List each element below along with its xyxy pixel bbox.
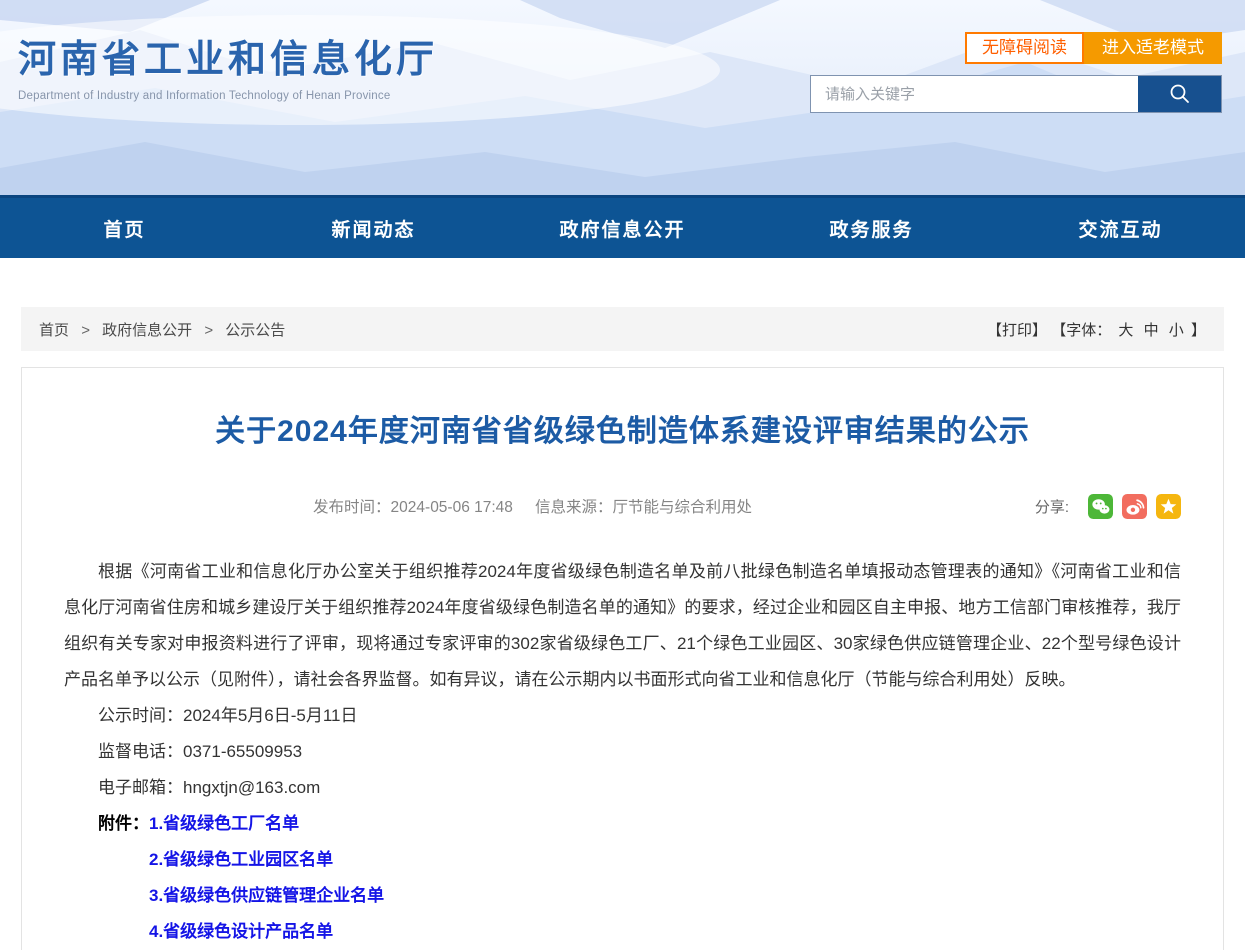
breadcrumb-separator: > xyxy=(81,322,90,339)
favorite-star-share-icon[interactable] xyxy=(1156,494,1181,519)
source-value: 厅节能与综合利用处 xyxy=(612,499,752,516)
phone-label: 监督电话： xyxy=(98,742,183,761)
attachment-link-green-parks[interactable]: 2.省级绿色工业园区名单 xyxy=(149,850,333,869)
attachments-line: 3.省级绿色供应链管理企业名单 xyxy=(64,878,1181,914)
notice-period-label: 公示时间： xyxy=(98,706,183,725)
breadcrumb: 首页 > 政府信息公开 > 公示公告 xyxy=(39,319,285,340)
publish-time-label: 发布时间： xyxy=(313,499,391,516)
accessibility-reading-button[interactable]: 无障碍阅读 xyxy=(965,32,1084,64)
source-label: 信息来源： xyxy=(535,499,613,516)
attachments-label: 附件： xyxy=(98,814,149,833)
page-tools: 【打印】 【字体： 大 中 小 】 xyxy=(987,319,1206,340)
site-title-english: Department of Industry and Information T… xyxy=(18,90,438,102)
search-icon xyxy=(1168,82,1192,106)
breadcrumb-separator: > xyxy=(204,322,213,339)
font-size-label: 【字体： xyxy=(1051,322,1111,339)
elder-mode-button[interactable]: 进入适老模式 xyxy=(1084,32,1222,64)
search-button[interactable] xyxy=(1138,76,1221,112)
article-card: 关于2024年度河南省省级绿色制造体系建设评审结果的公示 发布时间：2024-0… xyxy=(21,367,1224,950)
nav-item-news[interactable]: 新闻动态 xyxy=(249,198,498,258)
attachments-line: 4.省级绿色设计产品名单 xyxy=(64,914,1181,950)
font-size-large[interactable]: 大 xyxy=(1118,322,1133,339)
attachment-link-green-factories[interactable]: 1.省级绿色工厂名单 xyxy=(149,814,299,833)
nav-item-home[interactable]: 首页 xyxy=(0,198,249,258)
wechat-share-icon[interactable] xyxy=(1088,494,1113,519)
email-value: hngxtjn@163.com xyxy=(183,778,320,797)
phone-value: 0371-65509953 xyxy=(183,742,302,761)
main-navigation: 首页 新闻动态 政府信息公开 政务服务 交流互动 xyxy=(0,195,1245,258)
nav-item-gov-info[interactable]: 政府信息公开 xyxy=(498,198,747,258)
notice-period-line: 公示时间：2024年5月6日-5月11日 xyxy=(64,698,1181,734)
font-size-small[interactable]: 小 xyxy=(1169,322,1184,339)
article-meta: 发布时间：2024-05-06 17:48 信息来源：厅节能与综合利用处 xyxy=(64,494,1001,522)
nav-item-services[interactable]: 政务服务 xyxy=(747,198,996,258)
breadcrumb-bar: 首页 > 政府信息公开 > 公示公告 【打印】 【字体： 大 中 小 】 xyxy=(21,307,1224,351)
email-label: 电子邮箱： xyxy=(98,778,183,797)
search-input[interactable] xyxy=(811,76,1138,112)
attachments-line: 2.省级绿色工业园区名单 xyxy=(64,842,1181,878)
site-logo[interactable]: 河南省工业和信息化厅 Department of Industry and In… xyxy=(18,28,438,102)
header-actions: 无障碍阅读 进入适老模式 xyxy=(965,32,1222,64)
article-body: 根据《河南省工业和信息化厅办公室关于组织推荐2024年度省级绿色制造名单及前八批… xyxy=(64,554,1181,950)
nav-item-interaction[interactable]: 交流互动 xyxy=(996,198,1245,258)
article-title: 关于2024年度河南省省级绿色制造体系建设评审结果的公示 xyxy=(64,406,1181,450)
breadcrumb-gov-info[interactable]: 政府信息公开 xyxy=(102,322,192,339)
search-bar xyxy=(810,75,1222,113)
print-button[interactable]: 【打印】 xyxy=(987,322,1047,339)
breadcrumb-home[interactable]: 首页 xyxy=(39,322,69,339)
phone-line: 监督电话：0371-65509953 xyxy=(64,734,1181,770)
attachment-link-green-design-products[interactable]: 4.省级绿色设计产品名单 xyxy=(149,922,333,941)
share-label: 分享: xyxy=(1035,496,1069,517)
attachments-line: 附件：1.省级绿色工厂名单 xyxy=(64,806,1181,842)
notice-period-value: 2024年5月6日-5月11日 xyxy=(183,706,358,725)
attachment-link-green-supply-chain[interactable]: 3.省级绿色供应链管理企业名单 xyxy=(149,886,384,905)
share-box: 分享: xyxy=(1035,494,1181,519)
publish-time: 2024-05-06 17:48 xyxy=(391,499,513,516)
font-size-label-end: 】 xyxy=(1191,322,1206,339)
article-meta-row: 发布时间：2024-05-06 17:48 信息来源：厅节能与综合利用处 分享: xyxy=(64,494,1181,522)
header-banner: 河南省工业和信息化厅 Department of Industry and In… xyxy=(0,0,1245,195)
breadcrumb-announcements[interactable]: 公示公告 xyxy=(225,322,285,339)
article-paragraph: 根据《河南省工业和信息化厅办公室关于组织推荐2024年度省级绿色制造名单及前八批… xyxy=(64,554,1181,698)
weibo-share-icon[interactable] xyxy=(1122,494,1147,519)
email-line: 电子邮箱：hngxtjn@163.com xyxy=(64,770,1181,806)
site-title: 河南省工业和信息化厅 xyxy=(18,28,438,83)
font-size-medium[interactable]: 中 xyxy=(1144,322,1159,339)
